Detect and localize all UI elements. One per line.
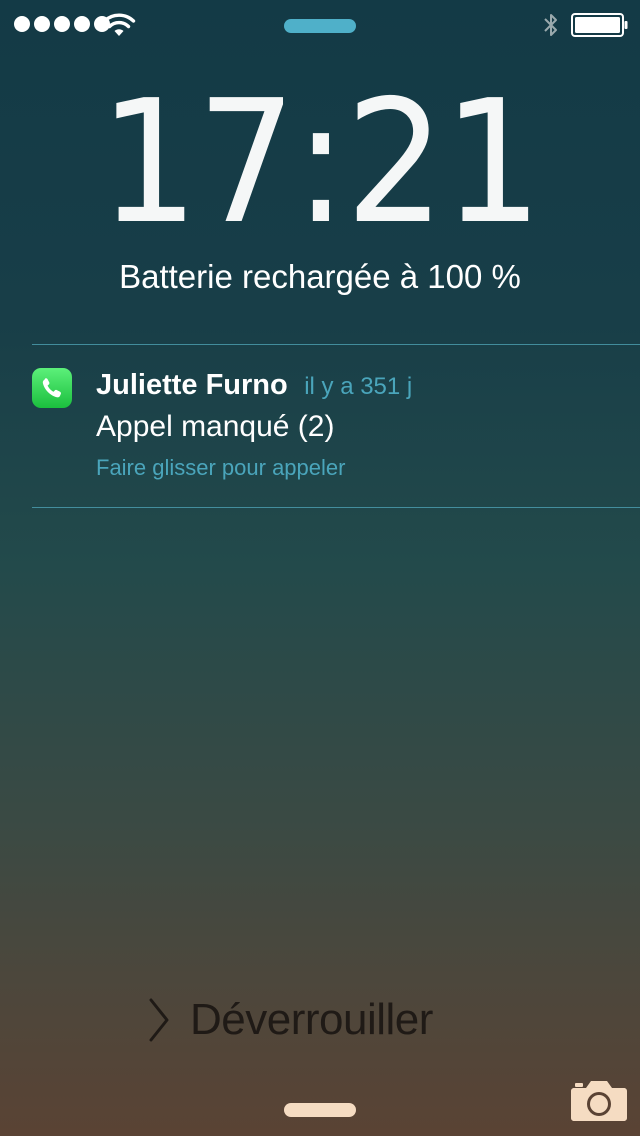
phone-app-icon (32, 368, 72, 408)
battery-icon (571, 13, 628, 37)
signal-strength-icon (14, 16, 110, 32)
notification-time: il y a 351 j (304, 373, 413, 400)
notification-message: Appel manqué (2) (96, 410, 335, 443)
notification-sender: Juliette Furno (96, 369, 288, 401)
status-bar (0, 0, 640, 50)
lock-screen-clock: 17:21 (0, 78, 640, 248)
clock-text: 17:21 (99, 64, 542, 262)
chevron-right-icon (149, 998, 169, 1042)
notification-header: Juliette Furno il y a 351 j (96, 369, 412, 402)
notification-center-grabber[interactable] (284, 1103, 356, 1117)
notification-divider-top (32, 344, 640, 345)
battery-status-message: Batterie rechargée à 100 % (119, 258, 521, 295)
control-center-grabber[interactable] (284, 19, 356, 33)
phone-icon (42, 378, 61, 398)
unlock-label: Déverrouiller (190, 995, 433, 1044)
notification-divider-bottom (32, 507, 640, 508)
notification-action-hint[interactable]: Faire glisser pour appeler (96, 454, 345, 482)
slide-to-unlock[interactable]: Déverrouiller (146, 992, 433, 1048)
wifi-icon (102, 13, 136, 36)
bluetooth-icon (544, 14, 557, 36)
camera-icon[interactable] (570, 1078, 628, 1122)
